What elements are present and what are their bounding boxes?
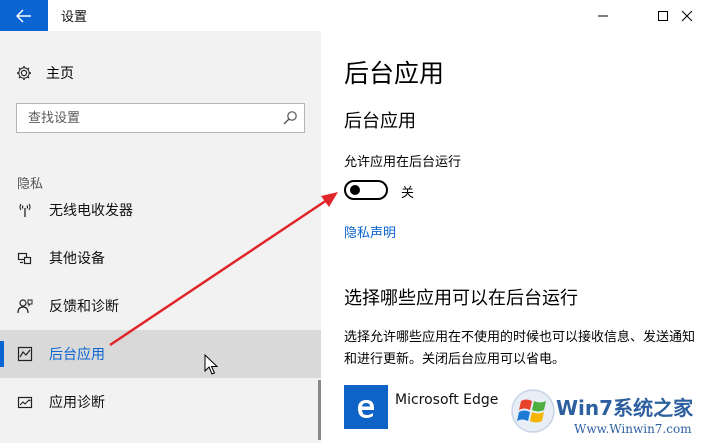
choose-apps-description: 选择允许哪些应用在不使用的时候也可以接收信息、发送通知和进行更新。关闭后台应用可…	[344, 330, 696, 367]
sidebar: 主页 隐私 无线电收发器 其他设备	[0, 31, 321, 443]
toggle-caption: 允许应用在后台运行	[344, 155, 462, 170]
choose-apps-heading: 选择哪些应用可以在后台运行	[344, 288, 578, 309]
sidebar-item-other-devices[interactable]: 其他设备	[0, 234, 321, 282]
sidebar-item-label: 其他设备	[49, 251, 105, 267]
minimize-button[interactable]	[580, 0, 626, 31]
gear-icon	[17, 66, 31, 80]
privacy-statement-link[interactable]: 隐私声明	[344, 222, 396, 241]
home-link[interactable]: 主页	[16, 63, 74, 83]
close-button[interactable]	[664, 0, 710, 31]
background-apps-icon	[16, 345, 34, 363]
background-apps-toggle[interactable]	[344, 180, 388, 200]
active-indicator	[0, 341, 4, 367]
minimize-icon	[598, 15, 608, 16]
watermark-brand: Win7系统之家	[556, 396, 694, 420]
mouse-cursor-icon	[204, 354, 218, 375]
title-bar: 设置	[0, 0, 710, 31]
sidebar-item-background-apps[interactable]: 后台应用	[0, 330, 321, 378]
sidebar-item-feedback[interactable]: 反馈和诊断	[0, 282, 321, 330]
sidebar-item-label: 无线电收发器	[49, 203, 133, 219]
watermark-url: Www.Winwin7.com	[574, 422, 692, 436]
toggle-state-label: 关	[401, 186, 415, 201]
section-heading: 后台应用	[344, 111, 416, 132]
back-arrow-icon	[16, 8, 31, 23]
search-box[interactable]	[16, 103, 305, 133]
app-diagnostics-icon	[16, 393, 34, 411]
search-input[interactable]	[17, 104, 267, 132]
sidebar-item-app-diagnostics[interactable]: 应用诊断	[0, 378, 321, 426]
radio-icon	[16, 201, 34, 219]
devices-icon	[16, 249, 34, 267]
sidebar-item-label: 后台应用	[49, 347, 105, 363]
sidebar-item-label: 应用诊断	[49, 395, 105, 411]
sidebar-scrollbar[interactable]	[318, 380, 321, 440]
app-name: Microsoft Edge	[395, 392, 499, 408]
feedback-icon	[16, 297, 34, 315]
home-label: 主页	[46, 66, 74, 82]
toggle-knob	[350, 185, 360, 195]
page-title: 后台应用	[344, 59, 445, 88]
edge-icon	[344, 385, 388, 429]
back-button[interactable]	[0, 0, 48, 31]
search-icon[interactable]	[282, 110, 298, 126]
sidebar-item-radios[interactable]: 无线电收发器	[0, 186, 321, 234]
window-title: 设置	[61, 10, 88, 25]
close-icon	[681, 10, 693, 21]
sidebar-item-label: 反馈和诊断	[49, 299, 119, 315]
windows-logo-icon	[511, 389, 555, 433]
watermark: Win7系统之家 Www.Winwin7.com	[510, 382, 710, 443]
